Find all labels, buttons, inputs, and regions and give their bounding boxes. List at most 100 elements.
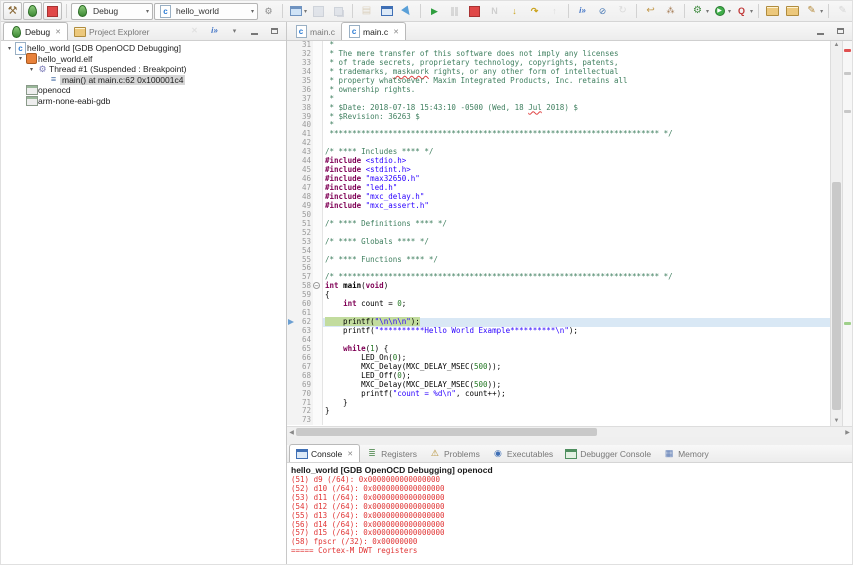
- breakpoint-margin[interactable]: [287, 247, 297, 256]
- breakpoint-margin[interactable]: [287, 41, 297, 50]
- scroll-left-arrow-icon[interactable]: ◀: [287, 429, 296, 436]
- maximize-editor-button[interactable]: [831, 22, 850, 40]
- breakpoint-margin[interactable]: [287, 256, 297, 265]
- breakpoint-margin[interactable]: [287, 300, 297, 309]
- console-tab-executables[interactable]: Executables: [486, 445, 559, 462]
- remove-all-terminated-button[interactable]: [185, 22, 204, 40]
- edit-button[interactable]: [833, 2, 852, 20]
- expander-icon[interactable]: ▾: [27, 66, 36, 73]
- editor-tab-main-c[interactable]: main.c: [289, 23, 341, 40]
- tree-item[interactable]: ▾hello_world [GDB OpenOCD Debugging]: [1, 43, 286, 54]
- breakpoint-margin[interactable]: [287, 229, 297, 238]
- breakpoint-margin[interactable]: [287, 238, 297, 247]
- scroll-right-arrow-icon[interactable]: ▶: [843, 429, 852, 436]
- save-all-button[interactable]: [329, 2, 348, 20]
- breakpoint-margin[interactable]: [287, 354, 297, 363]
- breakpoint-margin[interactable]: [287, 184, 297, 193]
- minimize-editor-button[interactable]: [811, 22, 830, 40]
- view-menu-button[interactable]: [225, 22, 244, 40]
- external-tools-button[interactable]: [733, 2, 754, 20]
- open-file-button[interactable]: [783, 2, 802, 20]
- close-icon[interactable]: ✕: [393, 28, 399, 36]
- launch-mode-combo[interactable]: Debug▾: [71, 3, 153, 20]
- breakpoint-margin[interactable]: [287, 148, 297, 157]
- editor-horizontal-scrollbar[interactable]: ◀ ▶: [287, 426, 852, 437]
- breakpoint-margin[interactable]: [287, 139, 297, 148]
- instruction-stepping-button[interactable]: [573, 2, 592, 20]
- editor-tab-main-c[interactable]: main.c✕: [341, 22, 406, 40]
- breakpoint-margin[interactable]: [287, 345, 297, 354]
- annotation-mark[interactable]: [844, 322, 851, 325]
- breakpoint-margin[interactable]: [287, 211, 297, 220]
- chevron-down-icon[interactable]: ▾: [146, 8, 149, 15]
- breakpoint-margin[interactable]: [287, 309, 297, 318]
- breakpoint-margin[interactable]: [287, 273, 297, 282]
- console-output[interactable]: (51) d9 (/64): 0x0000000000000000(52) d1…: [287, 476, 852, 565]
- console-tab-registers[interactable]: Registers: [360, 445, 423, 462]
- step-return-button[interactable]: [545, 2, 564, 20]
- save-button[interactable]: [309, 2, 328, 20]
- new-wizard-button[interactable]: [287, 2, 308, 20]
- breakpoint-margin[interactable]: [287, 104, 297, 113]
- stop-button[interactable]: [465, 2, 484, 20]
- breakpoint-margin[interactable]: [287, 68, 297, 77]
- tree-item[interactable]: arm-none-eabi-gdb: [1, 96, 286, 107]
- tree-item[interactable]: openocd: [1, 85, 286, 96]
- debug-button[interactable]: [23, 2, 42, 20]
- console-tab-debugger-console[interactable]: Debugger Console: [559, 445, 657, 462]
- console-tab-memory[interactable]: Memory: [657, 445, 715, 462]
- disconnect-button[interactable]: [485, 2, 504, 20]
- breakpoint-margin[interactable]: [287, 220, 297, 229]
- select-tool-button[interactable]: [397, 2, 416, 20]
- view-tab-project-explorer[interactable]: Project Explorer: [68, 23, 155, 40]
- breakpoint-margin[interactable]: [287, 291, 297, 300]
- scroll-down-arrow-icon[interactable]: ▼: [834, 417, 840, 426]
- tree-item[interactable]: ▾hello_world.elf: [1, 54, 286, 65]
- skip-breakpoints-button[interactable]: [593, 2, 612, 20]
- overview-ruler[interactable]: [842, 41, 852, 426]
- breakpoint-margin[interactable]: [287, 407, 297, 416]
- close-icon[interactable]: ✕: [55, 28, 61, 36]
- breakpoint-margin[interactable]: [287, 50, 297, 59]
- view-tab-debug[interactable]: Debug✕: [3, 22, 68, 40]
- console-tab-console[interactable]: Console✕: [289, 444, 360, 462]
- breakpoint-margin[interactable]: [287, 390, 297, 399]
- open-console-button[interactable]: [377, 2, 396, 20]
- debug-config-button[interactable]: [689, 2, 710, 20]
- breakpoint-margin[interactable]: [287, 372, 297, 381]
- step-into-button[interactable]: [505, 2, 524, 20]
- connect-button[interactable]: [205, 22, 224, 40]
- step-over-button[interactable]: [525, 2, 544, 20]
- collapse-icon[interactable]: −: [313, 282, 320, 289]
- breakpoint-margin[interactable]: [287, 193, 297, 202]
- flash-programmer-button[interactable]: [803, 2, 824, 20]
- annotation-mark[interactable]: [844, 110, 851, 113]
- launch-settings-button[interactable]: [259, 2, 278, 20]
- resume-button[interactable]: [425, 2, 444, 20]
- annotation-mark[interactable]: [844, 49, 851, 52]
- breakpoint-margin[interactable]: [287, 175, 297, 184]
- maximize-view-button[interactable]: [265, 22, 284, 40]
- suspend-button[interactable]: [445, 2, 464, 20]
- build-button[interactable]: [3, 2, 22, 20]
- hscroll-track[interactable]: [296, 427, 843, 437]
- tree-item[interactable]: ▾Thread #1 (Suspended : Breakpoint): [1, 64, 286, 75]
- breakpoint-margin[interactable]: [287, 399, 297, 408]
- terminate-launch-button[interactable]: [43, 2, 62, 20]
- breakpoint-margin[interactable]: [287, 157, 297, 166]
- editor-vertical-scrollbar[interactable]: ▲ ▼: [830, 41, 842, 426]
- breakpoint-margin[interactable]: [287, 59, 297, 68]
- close-icon[interactable]: ✕: [347, 450, 353, 458]
- chevron-down-icon[interactable]: ▾: [251, 8, 254, 15]
- breakpoint-margin[interactable]: [287, 95, 297, 104]
- breakpoint-margin[interactable]: [287, 121, 297, 130]
- breakpoint-margin[interactable]: [287, 327, 297, 336]
- breakpoint-margin[interactable]: [287, 318, 297, 327]
- run-button[interactable]: [711, 2, 732, 20]
- breakpoint-margin[interactable]: [287, 363, 297, 372]
- breakpoint-margin[interactable]: [287, 130, 297, 139]
- restart-button[interactable]: [613, 2, 632, 20]
- expander-icon[interactable]: ▾: [16, 55, 25, 62]
- breakpoint-margin[interactable]: [287, 264, 297, 273]
- build-all-button[interactable]: [357, 2, 376, 20]
